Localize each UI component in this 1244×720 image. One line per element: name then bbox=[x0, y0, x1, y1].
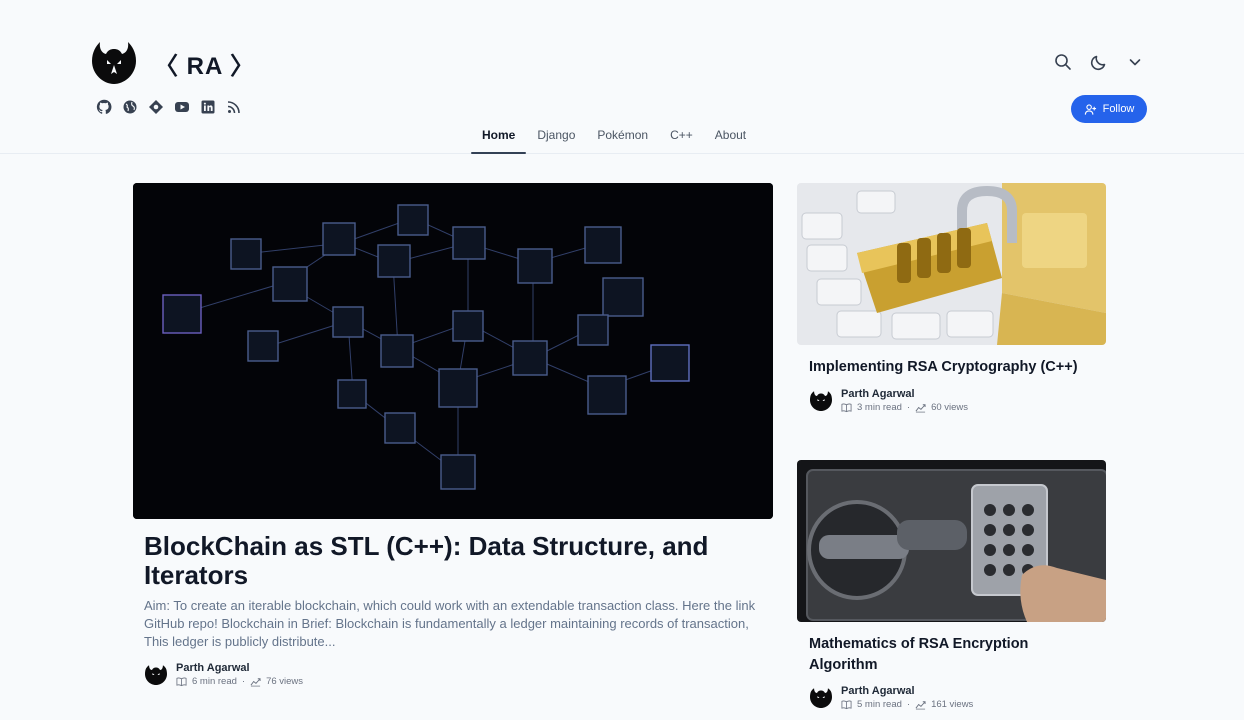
author-name[interactable]: Parth Agarwal bbox=[841, 685, 973, 697]
side-post-2-cover-image[interactable] bbox=[797, 460, 1106, 622]
views-chart-icon bbox=[915, 699, 926, 710]
youtube-icon[interactable] bbox=[174, 99, 190, 115]
view-count: 76 views bbox=[266, 676, 304, 687]
side-post-2-meta: Parth Agarwal 5 min read · 161 views bbox=[809, 685, 973, 710]
blockchain-network-image bbox=[133, 183, 773, 519]
site-logo[interactable]: 〈 RA 〉 bbox=[90, 40, 255, 86]
author-name[interactable]: Parth Agarwal bbox=[176, 662, 303, 674]
site-name: 〈 RA 〉 bbox=[154, 52, 256, 80]
read-time: 3 min read bbox=[857, 402, 902, 413]
nav-label: Home bbox=[482, 128, 516, 142]
nav-item-pokemon[interactable]: Pokémon bbox=[586, 116, 659, 154]
meta-separator: · bbox=[241, 676, 246, 687]
author-avatar[interactable] bbox=[809, 686, 833, 710]
moon-icon[interactable] bbox=[1089, 52, 1109, 72]
raven-avatar-icon bbox=[144, 663, 168, 687]
linkedin-icon[interactable] bbox=[200, 99, 216, 115]
raven-avatar-icon bbox=[809, 389, 833, 413]
featured-post-cover-image[interactable] bbox=[133, 183, 773, 519]
side-post-1-cover-image[interactable] bbox=[797, 183, 1106, 345]
view-count: 161 views bbox=[931, 699, 974, 710]
nav-label: Pokémon bbox=[597, 128, 649, 142]
side-post-1-meta: Parth Agarwal 3 min read · 60 views bbox=[809, 388, 968, 413]
featured-post-excerpt: Aim: To create an iterable blockchain, w… bbox=[144, 598, 756, 649]
safe-keypad-image bbox=[797, 460, 1106, 622]
read-time: 5 min read bbox=[857, 699, 902, 710]
nav-label: C++ bbox=[670, 128, 693, 142]
views-chart-icon bbox=[250, 676, 261, 687]
add-user-icon bbox=[1084, 103, 1096, 115]
follow-label: Follow bbox=[1102, 103, 1135, 115]
site-header: 〈 RA 〉 Follow Home Django Pokémon C++ Ab… bbox=[0, 0, 1244, 154]
nav-item-django[interactable]: Django bbox=[526, 116, 586, 154]
read-time: 6 min read bbox=[192, 676, 237, 687]
hashnode-icon[interactable] bbox=[148, 99, 164, 115]
padlock-keyboard-image bbox=[797, 183, 1106, 345]
side-post-2-title[interactable]: Mathematics of RSA Encryption Algorithm bbox=[809, 634, 1099, 676]
header-tools bbox=[1053, 52, 1145, 72]
globe-icon[interactable] bbox=[122, 99, 138, 115]
book-icon bbox=[176, 676, 187, 687]
social-links bbox=[96, 99, 242, 115]
chevron-down-icon[interactable] bbox=[1125, 52, 1145, 72]
book-icon bbox=[841, 699, 852, 710]
follow-button[interactable]: Follow bbox=[1071, 95, 1147, 123]
rss-icon[interactable] bbox=[226, 99, 242, 115]
author-avatar[interactable] bbox=[809, 389, 833, 413]
raven-avatar-icon bbox=[809, 686, 833, 710]
featured-post-title[interactable]: BlockChain as STL (C++): Data Structure,… bbox=[144, 532, 764, 590]
author-name[interactable]: Parth Agarwal bbox=[841, 388, 968, 400]
main-nav: Home Django Pokémon C++ About bbox=[471, 116, 757, 154]
search-icon[interactable] bbox=[1053, 52, 1073, 72]
nav-item-about[interactable]: About bbox=[704, 116, 757, 154]
author-avatar[interactable] bbox=[144, 663, 168, 687]
featured-post-meta: Parth Agarwal 6 min read · 76 views bbox=[144, 662, 303, 687]
nav-item-home[interactable]: Home bbox=[471, 116, 527, 154]
views-chart-icon bbox=[915, 402, 926, 413]
view-count: 60 views bbox=[931, 402, 969, 413]
book-icon bbox=[841, 402, 852, 413]
nav-label: Django bbox=[537, 128, 576, 142]
meta-separator: · bbox=[906, 699, 911, 710]
github-icon[interactable] bbox=[96, 99, 112, 115]
nav-item-cpp[interactable]: C++ bbox=[659, 116, 704, 154]
meta-separator: · bbox=[906, 402, 911, 413]
nav-label: About bbox=[714, 128, 747, 142]
side-post-1-title[interactable]: Implementing RSA Cryptography (C++) bbox=[809, 357, 1099, 378]
raven-logo-icon bbox=[90, 40, 138, 86]
